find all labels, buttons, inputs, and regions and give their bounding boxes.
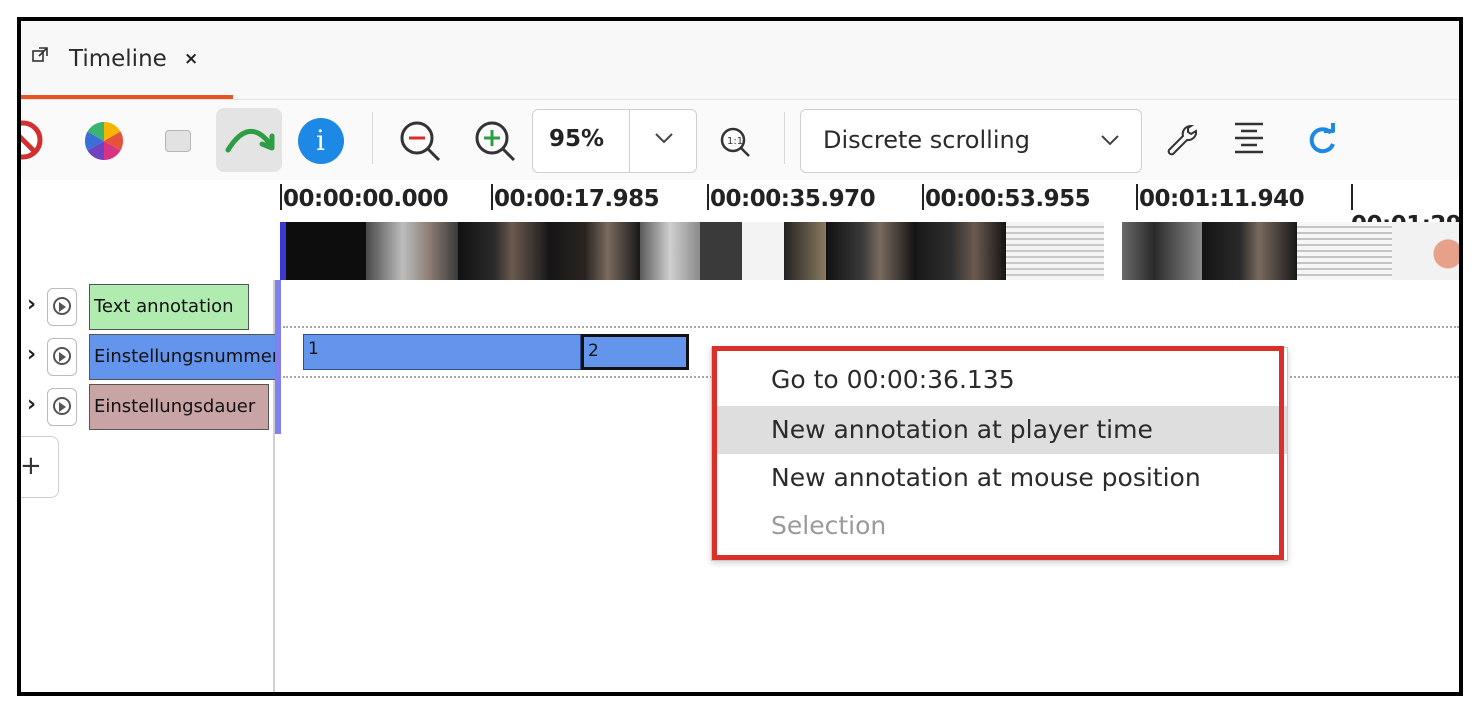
annotation-segment[interactable]: 2 <box>581 334 689 370</box>
video-thumbnail-strip[interactable] <box>280 222 1459 280</box>
refresh-icon[interactable] <box>1304 122 1340 158</box>
plus-icon: + <box>20 451 42 481</box>
play-track-button[interactable] <box>47 338 77 376</box>
chevron-right-icon[interactable]: › <box>27 292 36 317</box>
menu-item-new-annotation-mouse-position[interactable]: New annotation at mouse position <box>712 454 1287 502</box>
redo-button[interactable] <box>216 108 282 172</box>
scroll-mode-value: Discrete scrolling <box>823 126 1030 154</box>
track-label[interactable]: Einstellungsdauer <box>89 384 269 430</box>
chevron-down-icon[interactable] <box>1099 132 1121 151</box>
ruler-tick: 00:00:00.000 <box>280 184 449 212</box>
zoom-value: 95% <box>549 126 605 152</box>
chevron-right-icon[interactable]: › <box>27 392 36 417</box>
menu-item-selection: Selection <box>771 511 887 540</box>
toolbar: i 95% 1:1 Discrete scrolling <box>21 100 1459 180</box>
add-track-button[interactable]: + <box>20 436 59 498</box>
zoom-out-icon[interactable] <box>397 118 443 164</box>
external-window-icon[interactable] <box>32 47 48 63</box>
playhead-cursor[interactable] <box>275 280 281 434</box>
redo-arrow-icon <box>225 128 275 153</box>
ruler-tick: 00:00:17.985 <box>491 184 660 212</box>
ruler-tick: 00:00:53.955 <box>922 184 1091 212</box>
time-ruler[interactable]: 00:00:00.000 00:00:17.985 00:00:35.970 0… <box>21 180 1459 280</box>
annotation-segment[interactable]: 1 <box>303 334 581 370</box>
track-label[interactable]: Text annotation <box>89 284 249 330</box>
track-list: › Text annotation › Einstellungsnummer ›… <box>21 280 279 692</box>
tab-timeline[interactable]: Timeline × <box>21 21 233 99</box>
info-icon[interactable]: i <box>298 118 344 164</box>
ruler-tick: 00:01:11.940 <box>1136 184 1305 212</box>
timeline-window: Timeline × i 95% 1:1 Discrete scrolling … <box>17 17 1463 696</box>
chevron-down-icon[interactable] <box>653 130 675 149</box>
play-track-button[interactable] <box>47 288 77 326</box>
zoom-in-icon[interactable] <box>472 118 518 164</box>
align-center-icon[interactable] <box>1231 120 1267 160</box>
chevron-right-icon[interactable]: › <box>27 342 36 367</box>
tab-title: Timeline <box>69 46 167 72</box>
color-wheel-icon[interactable] <box>83 120 125 162</box>
wrench-icon[interactable] <box>1163 122 1199 158</box>
zoom-reset-icon[interactable]: 1:1 <box>717 124 753 160</box>
no-entry-icon[interactable] <box>21 120 43 160</box>
ruler-tick: 00:00:35.970 <box>707 184 876 212</box>
toolbar-separator <box>372 112 373 164</box>
play-track-button[interactable] <box>47 388 77 426</box>
tab-bar: Timeline × <box>21 21 1459 100</box>
scroll-mode-select[interactable]: Discrete scrolling <box>800 109 1142 173</box>
track-separator <box>283 326 1459 328</box>
tab-active-indicator <box>21 95 233 99</box>
close-icon[interactable]: × <box>184 49 198 69</box>
menu-item-new-annotation-player-time[interactable]: New annotation at player time <box>712 406 1287 454</box>
track-label[interactable]: Einstellungsnummer <box>89 334 279 380</box>
square-icon[interactable] <box>165 130 191 152</box>
toolbar-separator <box>784 112 785 164</box>
context-menu: Go to 00:00:36.135 New annotation at pla… <box>711 347 1288 561</box>
svg-text:1:1: 1:1 <box>727 136 743 147</box>
zoom-combo[interactable]: 95% <box>532 109 697 173</box>
menu-item-goto[interactable]: Go to 00:00:36.135 <box>712 356 1287 404</box>
